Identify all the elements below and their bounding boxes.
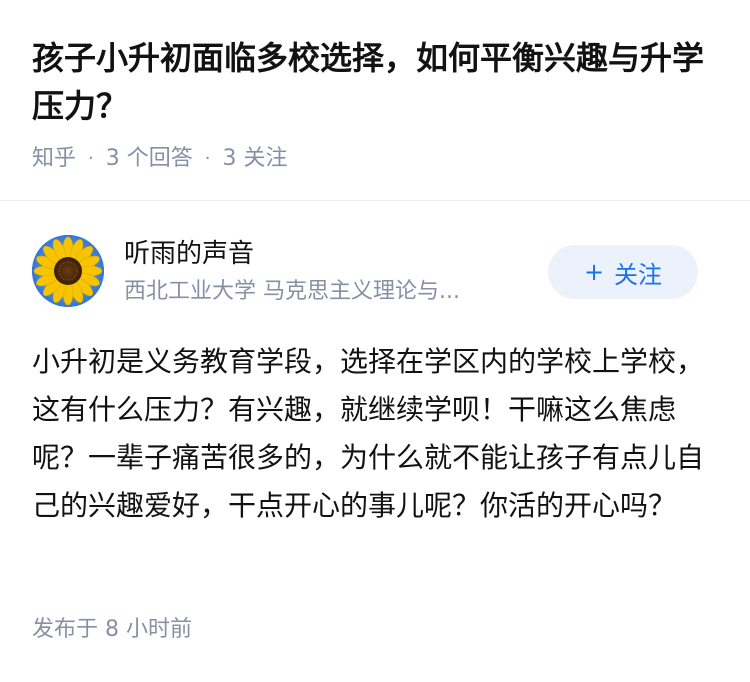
follow-button-label: 关注 <box>614 260 663 289</box>
followers-count[interactable]: 3 关注 <box>222 142 287 176</box>
avatar[interactable] <box>32 235 104 307</box>
source-label[interactable]: 知乎 <box>32 142 76 176</box>
answer-author: 听雨的声音 西北工业大学 马克思主义理论与... + 关注 <box>32 235 718 311</box>
answer-publish-time: 发布于 8 小时前 <box>32 617 192 642</box>
meta-separator: · <box>88 148 94 169</box>
question-meta: 知乎 · 3 个回答 · 3 关注 <box>32 142 287 176</box>
follow-button[interactable]: + 关注 <box>548 245 698 299</box>
author-name[interactable]: 听雨的声音 <box>124 235 254 273</box>
section-divider <box>0 200 750 201</box>
answer-content[interactable]: 小升初是义务教育学段，选择在学区内的学校上学校，这有什么压力？有兴趣，就继续学呗… <box>32 338 712 530</box>
plus-icon: + <box>583 258 605 286</box>
meta-separator: · <box>204 148 211 169</box>
answers-count[interactable]: 3 个回答 <box>106 142 193 176</box>
author-headline: 西北工业大学 马克思主义理论与... <box>124 279 460 304</box>
sunflower-avatar-icon <box>32 235 104 307</box>
question-title[interactable]: 孩子小升初面临多校选择，如何平衡兴趣与升学压力？ <box>32 34 722 130</box>
